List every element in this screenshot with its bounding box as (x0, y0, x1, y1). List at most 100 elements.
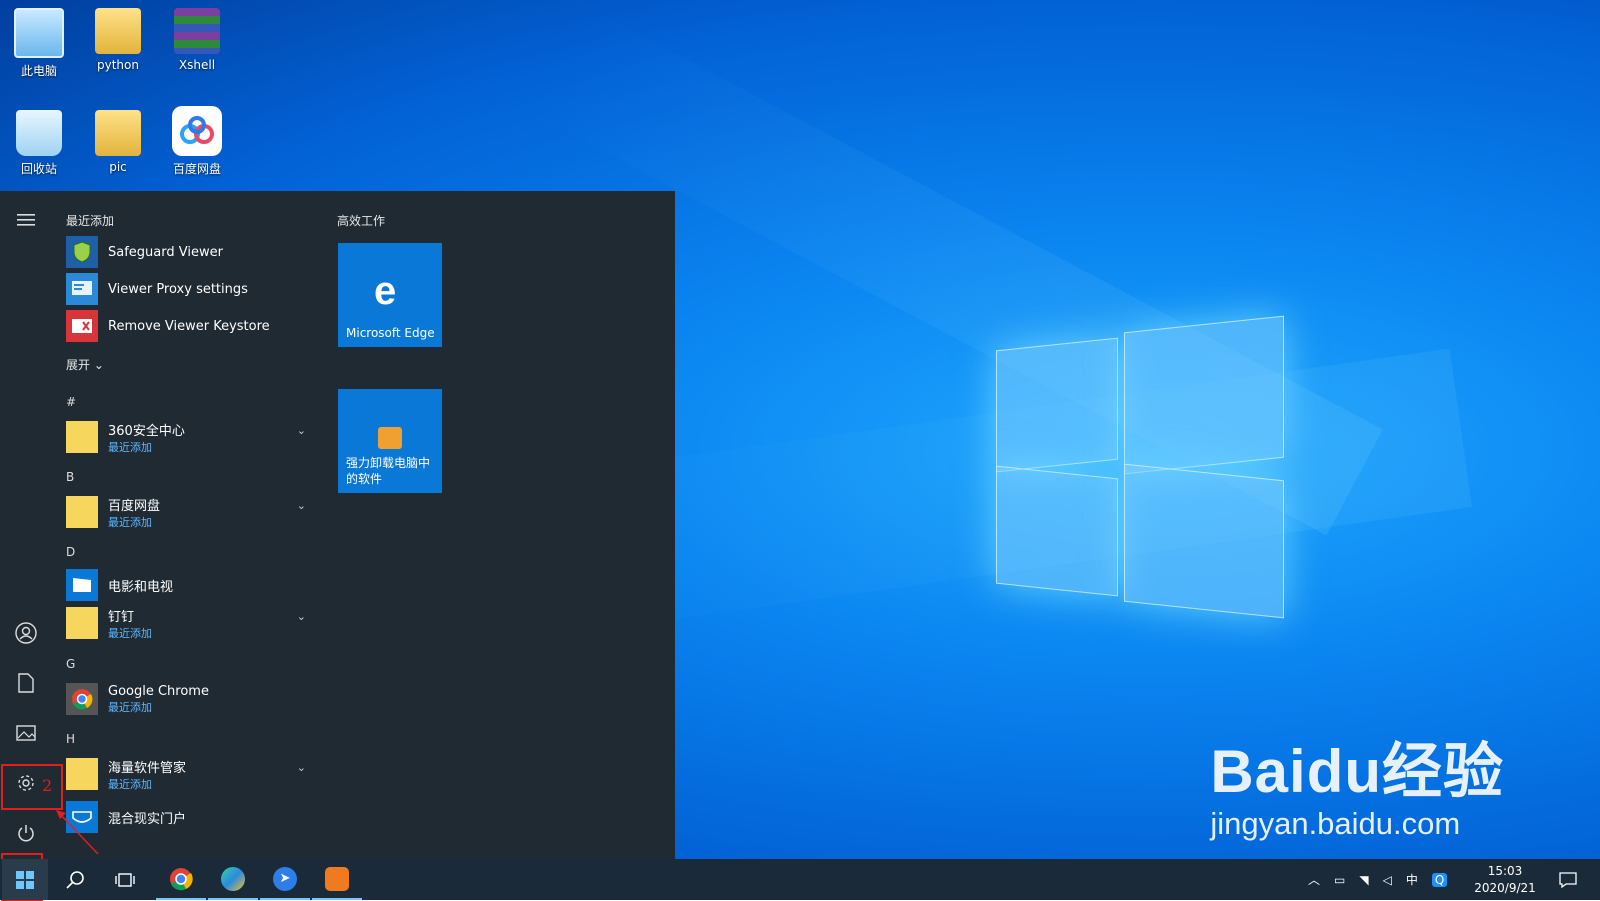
desktop-icon-xshell[interactable]: Xshell (158, 8, 236, 72)
folder-icon (66, 607, 98, 639)
qq-icon[interactable]: Q (1431, 872, 1448, 887)
app-label: 混合现实门户 (108, 811, 187, 827)
task-view-button[interactable] (102, 859, 148, 900)
send-app-icon: ➤ (273, 866, 297, 891)
proxy-settings-icon (66, 273, 98, 305)
app-dingtalk[interactable]: 钉钉 最近添加 ⌄ (66, 604, 320, 642)
windows-logo-pane (1124, 463, 1284, 619)
user-icon (15, 622, 37, 644)
shield-icon (66, 236, 98, 268)
desktop-icon-python[interactable]: python (79, 8, 157, 72)
app-google-chrome[interactable]: Google Chrome 最近添加 (66, 680, 320, 718)
picture-icon (16, 725, 36, 741)
recycle-bin-icon (16, 110, 62, 156)
system-tray: ︿ ▭ ◥ ◁ 中 Q (1308, 859, 1448, 900)
user-account-button[interactable] (0, 610, 52, 656)
app-viewer-proxy-settings[interactable]: Viewer Proxy settings (66, 272, 320, 306)
app-label: 海量软件管家 (108, 760, 187, 776)
app-remove-viewer-keystore[interactable]: Remove Viewer Keystore (66, 309, 320, 343)
notification-icon (1559, 871, 1577, 888)
start-menu: 最近添加 Safeguard Viewer Viewer Proxy setti… (0, 191, 675, 859)
python-folder-icon (95, 8, 141, 54)
app-movies-tv[interactable]: 电影和电视 (66, 568, 320, 602)
group-letter[interactable]: # (66, 395, 76, 409)
desktop-icon-recycle-bin[interactable]: 回收站 (0, 110, 78, 177)
search-button[interactable] (52, 859, 98, 900)
app-sublabel: 最近添加 (108, 700, 152, 714)
search-icon (66, 870, 84, 889)
group-letter[interactable]: G (66, 657, 75, 671)
windows-logo-pane (996, 337, 1118, 473)
uninstall-icon (378, 427, 402, 449)
pic-folder-icon (95, 110, 141, 156)
folder-icon (66, 421, 98, 453)
expand-button[interactable]: 展开 ⌄ (66, 356, 104, 373)
chevron-down-icon[interactable]: ⌄ (297, 761, 306, 774)
folder-icon (66, 758, 98, 790)
annotation-arrow (56, 810, 99, 855)
app-mixed-reality-portal[interactable]: 混合现实门户 (66, 800, 320, 834)
taskbar: ➤ ︿ ▭ ◥ ◁ 中 Q 15:03 2020/9/21 (0, 859, 1600, 900)
battery-icon[interactable]: ▭ (1334, 873, 1345, 887)
action-center-button[interactable] (1548, 859, 1588, 900)
tile-label: Microsoft Edge (346, 326, 435, 340)
desktop-icon-pic[interactable]: pic (79, 110, 157, 174)
app-label: 钉钉 (108, 609, 135, 625)
annotation-number: 2 (42, 776, 53, 795)
taskbar-software-manager[interactable] (312, 859, 362, 900)
taskbar-chrome[interactable] (156, 859, 206, 900)
chrome-icon (170, 867, 193, 890)
expand-label: 展开 (66, 358, 91, 372)
watermark-url: jingyan.baidu.com (1210, 806, 1461, 841)
chevron-down-icon[interactable]: ⌄ (297, 610, 306, 623)
network-icon[interactable]: ◥ (1359, 873, 1368, 887)
windows-logo-pane (996, 465, 1118, 597)
app-software-manager[interactable]: 海量软件管家 最近添加 ⌄ (66, 755, 320, 793)
annotation-box-settings (1, 764, 63, 810)
desktop-icon-label: 此电脑 (20, 64, 57, 78)
clock-date: 2020/9/21 (1474, 880, 1536, 895)
app-baidu-netdisk[interactable]: 百度网盘 最近添加 ⌄ (66, 493, 320, 531)
taskbar-feather-app[interactable] (208, 859, 258, 900)
film-icon (66, 569, 98, 601)
desktop-icon-label: 回收站 (20, 162, 57, 176)
app-sublabel: 最近添加 (108, 440, 152, 454)
app-label: 360安全中心 (108, 423, 185, 439)
app-safeguard-viewer[interactable]: Safeguard Viewer (66, 235, 320, 269)
task-view-icon (115, 872, 135, 887)
app-360-security[interactable]: 360安全中心 最近添加 ⌄ (66, 418, 320, 456)
chevron-down-icon[interactable]: ⌄ (297, 424, 306, 437)
tile-microsoft-edge[interactable]: e Microsoft Edge (338, 243, 442, 347)
desktop-icon-baidu-netdisk[interactable]: 百度网盘 (158, 106, 236, 177)
group-letter[interactable]: H (66, 732, 75, 746)
group-letter[interactable]: D (66, 545, 75, 559)
taskbar-send-app[interactable]: ➤ (260, 859, 310, 900)
chevron-up-icon[interactable]: ︿ (1308, 871, 1320, 888)
app-sublabel: 最近添加 (108, 777, 152, 791)
windows-logo-pane (1124, 315, 1284, 475)
ime-indicator[interactable]: 中 (1406, 871, 1418, 888)
documents-button[interactable] (0, 660, 52, 706)
group-letter[interactable]: B (66, 470, 74, 484)
software-manager-icon (325, 866, 349, 891)
recent-header: 最近添加 (66, 214, 115, 228)
clock[interactable]: 15:03 2020/9/21 (1470, 859, 1540, 900)
tiles-group-header: 高效工作 (337, 214, 386, 228)
app-label: Safeguard Viewer (108, 244, 223, 260)
keystore-icon (66, 310, 98, 342)
power-button[interactable] (0, 810, 52, 856)
volume-muted-icon[interactable]: ◁ (1383, 873, 1392, 887)
start-button[interactable] (2, 859, 48, 900)
power-icon (18, 825, 34, 842)
app-list: 最近添加 Safeguard Viewer Viewer Proxy setti… (58, 191, 320, 859)
pictures-button[interactable] (0, 710, 52, 756)
baidu-watermark: Baidu经验 jingyan.baidu.com (1210, 723, 1504, 842)
desktop-icon-computer[interactable]: 此电脑 (0, 8, 78, 79)
tile-uninstall-software[interactable]: 强力卸载电脑中的软件 (338, 389, 442, 493)
tile-label: 强力卸载电脑中的软件 (346, 456, 431, 486)
chevron-down-icon[interactable]: ⌄ (297, 499, 306, 512)
watermark-title: Baidu经验 (1210, 738, 1504, 805)
chevron-down-icon: ⌄ (93, 358, 104, 372)
clock-time: 15:03 (1487, 863, 1523, 878)
hamburger-menu-button[interactable] (0, 197, 52, 243)
